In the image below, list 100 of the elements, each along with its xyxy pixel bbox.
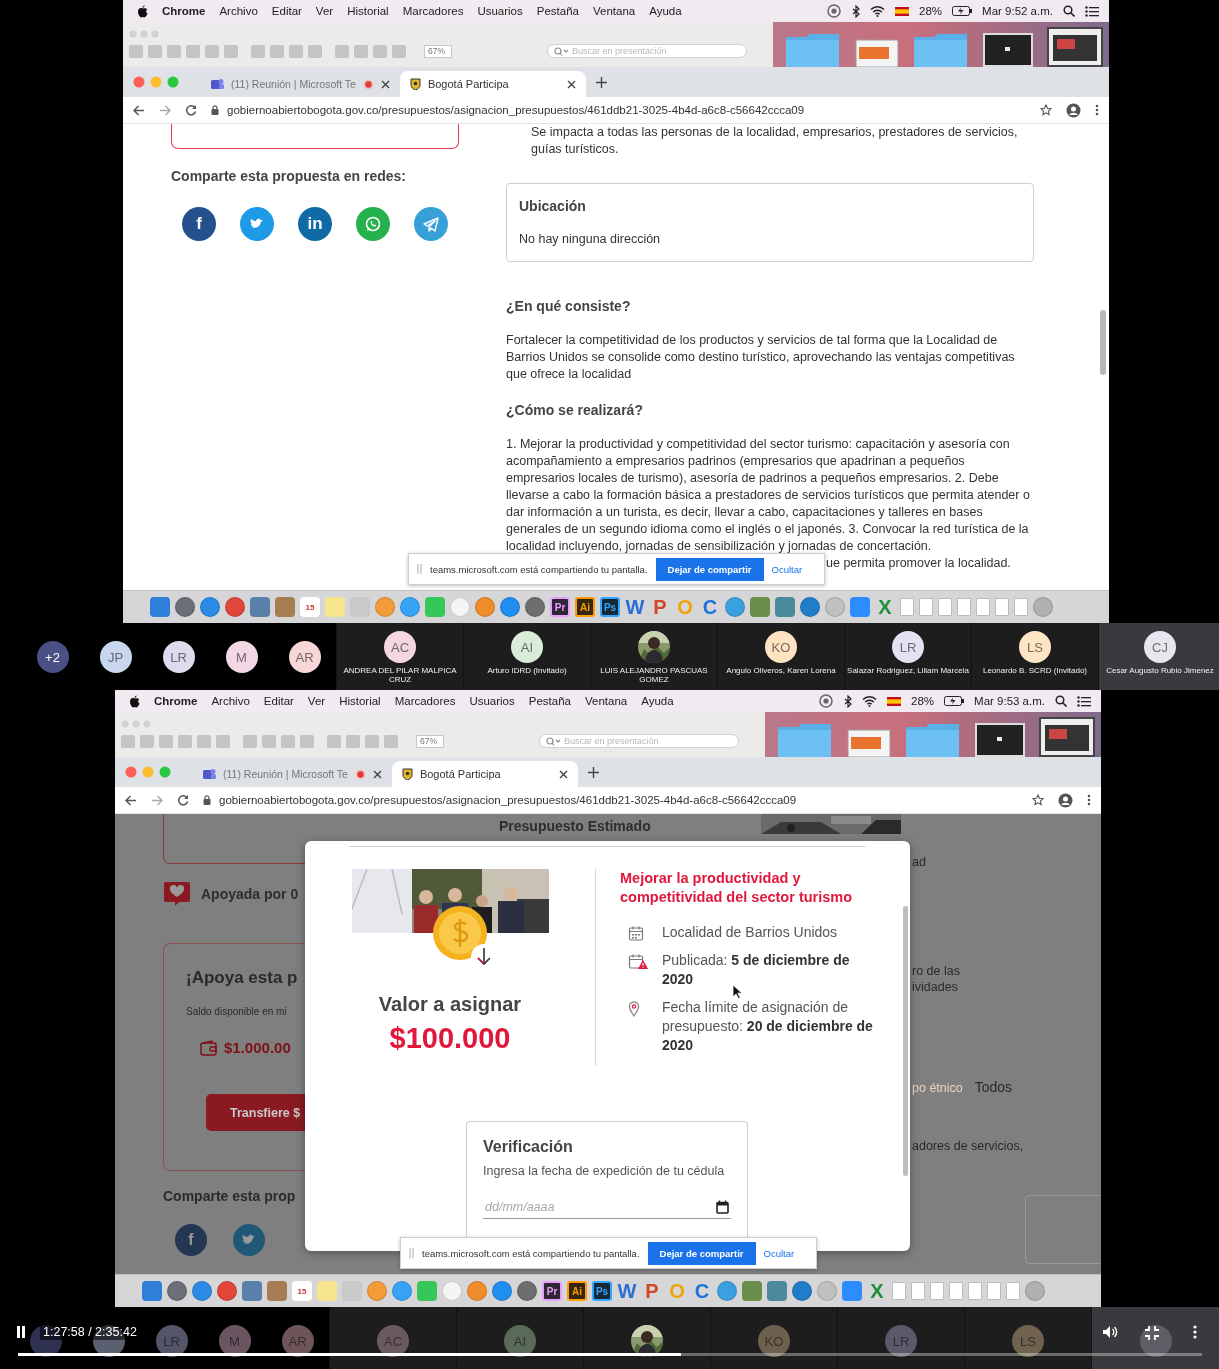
menu-item[interactable]: Usuarios — [477, 5, 523, 17]
dock-app-icon[interactable]: Ps — [592, 1281, 612, 1301]
menu-item[interactable]: Ver — [315, 5, 334, 17]
linkedin-icon[interactable]: in — [298, 207, 332, 241]
value-label: Valor a asignar — [378, 993, 522, 1016]
dock-app-icon[interactable]: Pr — [542, 1281, 562, 1301]
page-text: ividades — [912, 980, 959, 994]
section-text: Fortalecer la competitividad de los productos y servicios de tal forma que la Localidad de Barrios Unidos se consolide como destino turístico, aprovechando las ventajas competitivas que ofrece la localidad — [506, 332, 1016, 383]
facebook-icon[interactable]: f — [182, 207, 216, 241]
clock[interactable]: Mar 9:53 a.m. — [974, 695, 1045, 707]
participant-name: Angulo Oliveros, Karen Lorena — [725, 666, 837, 675]
page-text: ro de las — [912, 964, 961, 978]
page-text: adores de servicios, — [912, 1139, 1025, 1153]
avatar: JP — [99, 641, 132, 673]
share-notice: teams.microsoft.com está compartiendo tu pantalla. — [430, 563, 648, 575]
dock-app-icon[interactable]: Pr — [550, 597, 570, 617]
date-field[interactable]: dd/mm/aaaa — [485, 1200, 716, 1214]
budget-heading: Presupuesto Estimado — [499, 818, 651, 834]
balance-label: Saldo disponible en mi — [186, 1006, 288, 1017]
address-bar[interactable]: gobiernoabiertobogota.gov.co/presupuestos/asignacion_presupuestos/461ddb21-3025-4b4d-a6c8-c56642ccca09 — [219, 794, 797, 806]
menu-item[interactable]: Editar — [263, 695, 294, 707]
participant-name: Salazar Rodriguez, Liliam Marcela — [847, 666, 969, 675]
value-amount: $100.000 — [389, 1022, 511, 1055]
browser-tab[interactable]: (11) Reunión | Microsoft Te — [193, 761, 392, 787]
avatar: CJ — [1144, 631, 1176, 663]
transfer-button[interactable]: Transfiere $ — [206, 1094, 306, 1131]
filter-label: po étnico — [912, 1081, 963, 1095]
section-heading: ¿En qué consiste? — [506, 298, 632, 314]
participant-name: Arturo IDRD (Invitado) — [486, 666, 568, 675]
participant-name: Leonardo B. SCRD (Invitado) — [981, 666, 1089, 675]
browser-tab[interactable]: Bogotá Participa — [391, 761, 578, 787]
avatar: KO — [765, 631, 797, 663]
avatar: AR — [288, 641, 321, 673]
menu-item[interactable]: Pestaña — [536, 5, 579, 17]
dock-app-icon[interactable]: Ps — [600, 597, 620, 617]
section-text: ue permita promover la localidad. — [826, 555, 1012, 572]
section-heading: ¿Cómo se realizará? — [506, 402, 644, 418]
dock-app-icon[interactable]: Ai — [575, 597, 595, 617]
menu-item[interactable]: Historial — [339, 695, 381, 707]
impact-text: Se impacta a todas las personas de la localidad, empresarios, prestadores de servicios, guías turísticos. — [531, 124, 1019, 158]
support-count: Apoyada por 0 — [201, 886, 299, 902]
menu-item[interactable]: Ayuda — [649, 5, 682, 17]
participant-name: Cesar Augusto Rubio Jimenez — [1105, 666, 1215, 675]
menu-item[interactable]: Historial — [347, 5, 389, 17]
filter-value[interactable]: Todos — [974, 1079, 1013, 1095]
app-menu[interactable]: Chrome — [162, 5, 206, 17]
stop-sharing-button[interactable]: Dejar de compartir — [655, 557, 764, 581]
address-bar[interactable]: gobiernoabiertobogota.gov.co/presupuestos/asignacion_presupuestos/461ddb21-3025-4b4d-a6c8-c56642ccca09 — [227, 104, 805, 116]
menu-item[interactable]: Archivo — [211, 695, 250, 707]
verification-text: Ingresa la fecha de expedición de tu cédula — [483, 1164, 726, 1178]
detail-text: Fecha límite de asignación de presupuesto: 20 de diciembre de 2020 — [662, 998, 874, 1055]
browser-tab[interactable]: Bogotá Participa — [399, 71, 586, 97]
menu-item[interactable]: Editar — [271, 5, 302, 17]
avatar: +2 — [36, 641, 69, 673]
dock-app-icon[interactable]: 15 — [292, 1281, 312, 1301]
balance-amount: $1.000.00 — [224, 1039, 291, 1056]
zoom-field[interactable]: 67% — [424, 44, 452, 58]
menu-item[interactable]: Ventana — [593, 5, 636, 17]
avatar: LR — [892, 631, 924, 663]
avatar: AC — [384, 631, 416, 663]
hide-link[interactable]: Ocultar — [771, 563, 803, 575]
zoom-field[interactable]: 67% — [416, 734, 444, 748]
menu-item[interactable]: Ayuda — [641, 695, 674, 707]
battery-percentage: 28% — [919, 5, 943, 17]
app-menu[interactable]: Chrome — [154, 695, 198, 707]
proposal-title: Mejorar la productividad y competitividad del sector turismo — [620, 869, 854, 907]
verification-title: Verificación — [483, 1138, 574, 1156]
avatar: M — [225, 641, 258, 673]
stop-sharing-button[interactable]: Dejar de compartir — [647, 1241, 756, 1265]
clock[interactable]: Mar 9:52 a.m. — [982, 5, 1053, 17]
menu-item[interactable]: Ver — [307, 695, 326, 707]
browser-tab[interactable]: (11) Reunión | Microsoft Te — [201, 71, 400, 97]
hide-link[interactable]: Ocultar — [763, 1247, 795, 1259]
menu-item[interactable]: Marcadores — [394, 695, 456, 707]
location-title: Ubicación — [519, 198, 587, 214]
support-title: ¡Apoya esta p — [186, 968, 299, 988]
avatar: AI — [511, 631, 543, 663]
dock-app-icon[interactable]: Ai — [567, 1281, 587, 1301]
section-text: 1. Mejorar la productividad y competitividad del sector turismo: capacitación y asesoría con acompañamiento a empresarios padrinos (empresarios que apadrinan a pequeños empresarios locales de turismo), asesoría de padrinos a pequeños empresarios. 2. Debe llevarse a cabo la formación básica a prestadores de servicios turísticos que permita atender o dar información a un turista, es decir, llevar a cabo, capacitaciones y talleres en bases generales de un segundo idioma como el inglés o el japonés. 3. Convocar la red turística de la localidad incluyendo, jornadas de sensibilización y jornadas de concertación. — [506, 436, 1031, 555]
playback-time: 1:27:58 / 2:35:42 — [40, 1324, 140, 1340]
menu-item[interactable]: Pestaña — [528, 695, 571, 707]
share-heading: Comparte esta propuesta en redes: — [171, 168, 407, 184]
menu-item[interactable]: Ventana — [585, 695, 628, 707]
location-text: No hay ninguna dirección — [519, 232, 662, 246]
menu-item[interactable]: Usuarios — [469, 695, 515, 707]
page-text: ad — [912, 855, 927, 869]
battery-percentage: 28% — [911, 695, 935, 707]
participant-name: ANDREA DEL PILAR MALPICA CRUZ — [342, 666, 458, 684]
dock-app-icon[interactable]: 15 — [300, 597, 320, 617]
menu-item[interactable]: Marcadores — [402, 5, 464, 17]
menu-item[interactable]: Archivo — [219, 5, 258, 17]
share-heading: Comparte esta prop — [163, 1188, 297, 1204]
detail-text: Localidad de Barrios Unidos — [662, 923, 839, 942]
avatar: LS — [1019, 631, 1051, 663]
detail-text: Publicada: 5 de diciembre de 2020 — [662, 951, 851, 989]
share-notice: teams.microsoft.com está compartiendo tu pantalla. — [422, 1247, 640, 1259]
facebook-icon[interactable]: f — [175, 1224, 207, 1256]
avatar: LR — [162, 641, 195, 673]
participant-name: LUIS ALEJANDRO PASCUAS GOMEZ — [599, 666, 709, 684]
avatar: LS — [1012, 1325, 1044, 1357]
